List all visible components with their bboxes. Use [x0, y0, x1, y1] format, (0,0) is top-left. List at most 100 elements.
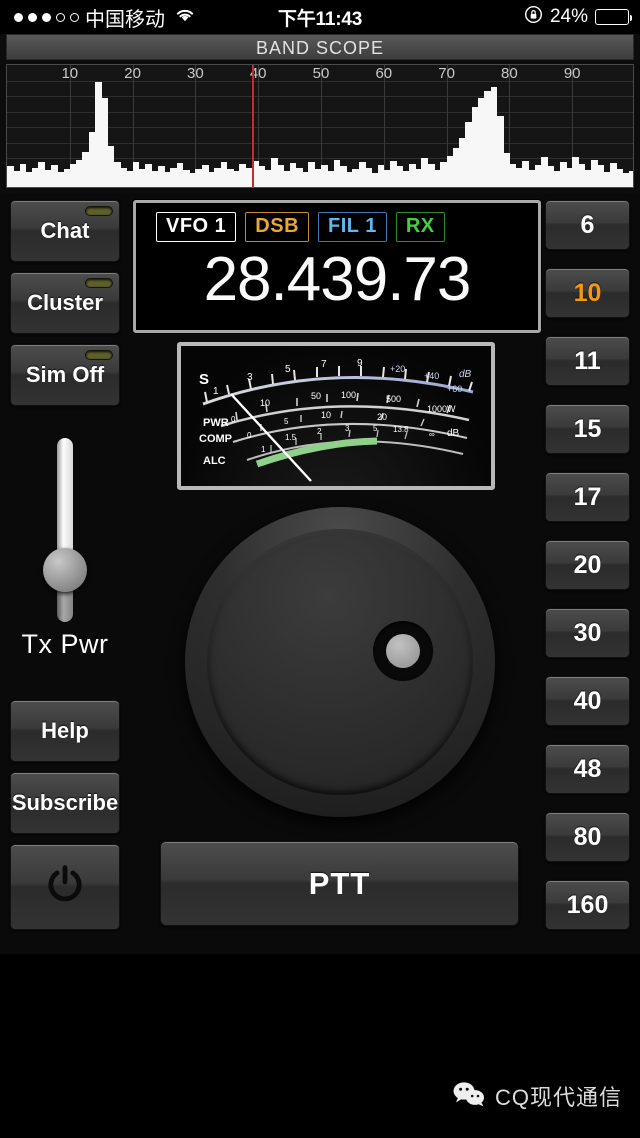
svg-text:5: 5 [373, 424, 378, 433]
svg-text:1000W: 1000W [427, 404, 456, 414]
band-button-48[interactable]: 48 [545, 744, 630, 794]
svg-text:100: 100 [341, 390, 356, 400]
wechat-icon [452, 1081, 486, 1112]
battery-icon [595, 9, 632, 25]
s-meter-face: S 1 3 5 7 9 +20 +40 +60 dB PWR 0 10 50 1… [181, 346, 491, 486]
vfo-badge[interactable]: VFO 1 [156, 212, 237, 242]
band-button-20[interactable]: 20 [545, 540, 630, 590]
svg-text:5: 5 [285, 364, 291, 375]
svg-text:7: 7 [321, 359, 327, 370]
button-label: Subscribe [11, 790, 119, 815]
svg-text:500: 500 [386, 394, 401, 404]
svg-text:9: 9 [357, 358, 363, 369]
led-indicator [85, 278, 113, 288]
band-button-30[interactable]: 30 [545, 608, 630, 658]
tx-power-slider[interactable]: Tx Pwr [10, 426, 120, 666]
band-scope-title: BAND SCOPE [6, 34, 634, 60]
svg-text:+60: +60 [447, 384, 462, 394]
svg-text:dB: dB [447, 428, 460, 439]
band-scope-panel: BAND SCOPE 10 20 30 40 50 60 70 80 90 [0, 34, 640, 194]
ptt-button[interactable]: PTT [160, 841, 519, 926]
vfo-badge[interactable]: RX [395, 212, 445, 242]
s-meter: S 1 3 5 7 9 +20 +40 +60 dB PWR 0 10 50 1… [177, 342, 495, 490]
svg-text:10: 10 [321, 410, 331, 420]
vfo-badge[interactable]: DSB [245, 212, 310, 242]
spectrum-bar [628, 171, 633, 187]
svg-text:1: 1 [213, 386, 219, 397]
rotation-lock-icon [524, 5, 543, 29]
radio-main-panel: Chat Cluster Sim Off Tx Pwr Help Subscribe … [0, 194, 640, 954]
svg-text:13.8: 13.8 [393, 425, 409, 434]
cluster-button[interactable]: Cluster [10, 272, 120, 334]
led-indicator [85, 350, 113, 360]
band-button-160[interactable]: 160 [545, 880, 630, 930]
button-label: Cluster [27, 290, 103, 315]
band-button-10[interactable]: 10 [545, 268, 630, 318]
help-button[interactable]: Help [10, 700, 120, 762]
band-label: 20 [573, 550, 602, 579]
svg-text:ALC: ALC [203, 455, 226, 467]
vfo-status-badges: VFO 1 DSB FIL 1 RX [136, 203, 538, 242]
sim-off-button[interactable]: Sim Off [10, 344, 120, 406]
scope-tick-label: 30 [187, 65, 204, 82]
frequency-readout[interactable]: 28.439.73 [136, 242, 538, 318]
watermark: CQ现代通信 [452, 1080, 622, 1112]
status-bar-right: 24% [524, 5, 640, 29]
band-label: 17 [573, 482, 602, 511]
button-label: Sim Off [25, 362, 105, 387]
s-meter-needle [230, 393, 312, 482]
subscribe-button[interactable]: Subscribe [10, 772, 120, 834]
frequency-marker [251, 65, 254, 187]
svg-text:PWR: PWR [203, 417, 229, 429]
scope-tick-label: 60 [375, 65, 393, 82]
scope-tick-label: 90 [563, 65, 581, 82]
chat-button[interactable]: Chat [10, 200, 120, 262]
svg-text:S: S [199, 371, 209, 388]
svg-text:∞: ∞ [429, 430, 435, 439]
svg-text:10: 10 [260, 398, 270, 408]
band-label: 10 [573, 278, 602, 307]
svg-text:1: 1 [261, 445, 266, 454]
battery-percent-label: 24% [549, 6, 588, 27]
band-button-17[interactable]: 17 [545, 472, 630, 522]
band-selector-column: 6 10 11 15 17 20 30 40 48 80 160 [545, 200, 630, 948]
svg-text:1.5: 1.5 [285, 433, 297, 442]
vfo-display-panel[interactable]: VFO 1 DSB FIL 1 RX 28.439.73 [133, 200, 541, 333]
scope-tick-label: 70 [438, 65, 455, 82]
svg-text:dB: dB [459, 369, 472, 380]
band-button-6[interactable]: 6 [545, 200, 630, 250]
svg-text:COMP: COMP [199, 433, 232, 445]
tx-power-label: Tx Pwr [21, 629, 109, 659]
band-label: 11 [574, 346, 601, 375]
tuning-knob[interactable] [185, 507, 495, 817]
watermark-text: CQ现代通信 [494, 1085, 622, 1110]
band-label: 48 [573, 754, 602, 783]
tuning-knob-indicator [373, 621, 433, 681]
slider-handle[interactable] [43, 548, 87, 592]
svg-text:0: 0 [231, 415, 236, 424]
band-label: 6 [580, 210, 595, 239]
band-button-40[interactable]: 40 [545, 676, 630, 726]
band-button-11[interactable]: 11 [545, 336, 630, 386]
svg-text:0: 0 [247, 431, 252, 440]
svg-text:3: 3 [247, 372, 253, 383]
scope-tick-label: 20 [124, 65, 141, 82]
band-button-15[interactable]: 15 [545, 404, 630, 454]
svg-text:+20: +20 [390, 364, 405, 374]
power-icon [44, 863, 86, 911]
band-label: 80 [573, 822, 602, 851]
button-label: Help [41, 718, 89, 743]
svg-text:20: 20 [377, 412, 387, 422]
vfo-badge[interactable]: FIL 1 [318, 212, 387, 242]
power-button[interactable] [10, 844, 120, 930]
band-scope-display[interactable]: 10 20 30 40 50 60 70 80 90 [6, 64, 634, 188]
led-indicator [85, 206, 113, 216]
band-label: 40 [573, 686, 602, 715]
button-label: Chat [40, 218, 90, 243]
band-label: 160 [566, 890, 609, 919]
tuning-knob-indicator-dot [386, 634, 420, 668]
band-button-80[interactable]: 80 [545, 812, 630, 862]
band-label: 15 [573, 414, 602, 443]
svg-text:5: 5 [284, 417, 289, 426]
svg-text:50: 50 [311, 391, 321, 401]
